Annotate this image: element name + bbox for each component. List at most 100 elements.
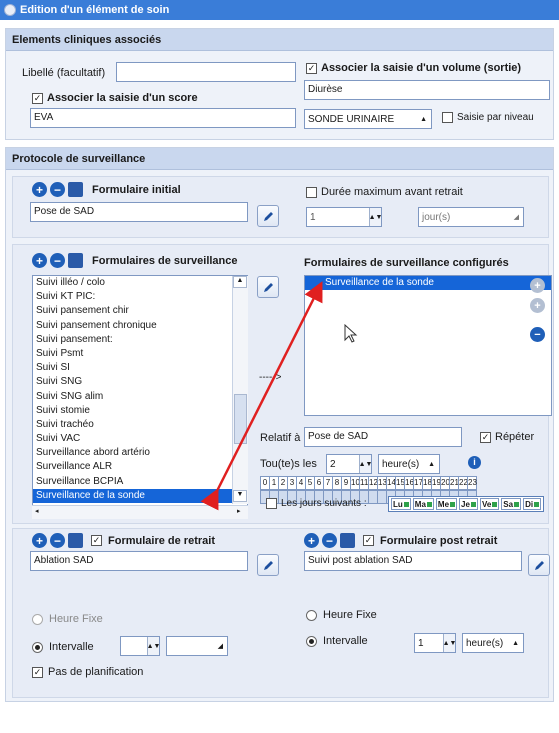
add-icon[interactable]: + [32,533,47,548]
score-input[interactable]: EVA [30,108,296,128]
move-down-icon[interactable]: + [530,298,545,313]
info-icon[interactable]: i [468,456,481,469]
list-item[interactable]: Suivi stomie [33,404,247,418]
edit-initial-button[interactable] [257,205,279,227]
per-level-checkbox[interactable] [442,112,453,123]
configured-item[interactable]: Surveillance de la sonde [305,276,551,291]
post-withdrawal-checkbox[interactable]: ✓ [363,535,374,546]
spinner-icon[interactable]: ▲▼ [369,208,382,226]
withdrawal-interval-radio[interactable] [32,641,43,653]
duration-spinner[interactable]: 1 ▲▼ [306,207,382,227]
volume-input[interactable]: Diurèse [304,80,550,100]
volume-checkbox[interactable]: ✓ [306,62,317,74]
withdrawal-input[interactable]: Ablation SAD [30,551,248,571]
withdrawal-fixed-hour-radio[interactable] [32,613,43,625]
remove-icon[interactable]: − [50,182,65,197]
no-planning-checkbox[interactable]: ✓ [32,666,43,678]
list-item[interactable]: Suivi pansement chronique [33,319,247,333]
post-interval-row[interactable]: Intervalle [306,635,368,647]
add-icon[interactable]: + [304,533,319,548]
withdrawal-interval-spinner[interactable]: ▲▼ [120,636,160,656]
list-item[interactable]: Suivi pansement chir [33,304,247,318]
day-toggle[interactable]: Di [523,498,542,510]
spinner-icon[interactable]: ▲▼ [359,455,372,473]
following-days-checkbox[interactable] [266,498,277,509]
days-row[interactable]: Lu Ma Me Je Ve Sa Di [388,496,545,512]
edit-post-withdrawal-button[interactable] [528,554,550,576]
max-duration-row[interactable]: Durée maximum avant retrait [306,186,463,198]
withdrawal-unit-select[interactable]: ◢ [166,636,228,656]
relative-input[interactable]: Pose de SAD [304,427,462,447]
move-up-icon[interactable]: + [530,278,545,293]
add-icon[interactable]: + [32,182,47,197]
post-withdrawal-input[interactable]: Suivi post ablation SAD [304,551,522,571]
duration-unit-select[interactable]: jour(s) ◢ [418,207,524,227]
day-toggle[interactable]: Ve [479,498,500,510]
book-icon[interactable] [340,533,355,548]
book-icon[interactable] [68,182,83,197]
post-unit-value: heure(s) [466,637,504,649]
list-item[interactable]: Suivi pansement: [33,333,247,347]
score-checkbox-row[interactable]: ✓ Associer la saisie d'un score [32,92,198,104]
list-item[interactable]: Suivi SI [33,361,247,375]
scroll-down-icon[interactable]: ▼ [233,490,247,502]
monitoring-scrollbar[interactable]: ▲ ▼ [232,276,248,504]
list-item[interactable]: Suivi Psmt [33,347,247,361]
every-spinner[interactable]: 2 ▲▼ [326,454,372,474]
following-days-row[interactable]: Les jours suivants : [266,498,367,509]
repeat-checkbox[interactable]: ✓ [480,431,491,443]
day-toggle[interactable]: Je [459,498,478,510]
per-level-row[interactable]: Saisie par niveau [442,112,534,123]
list-item[interactable]: Surveillance abord artério [33,446,247,460]
score-checkbox[interactable]: ✓ [32,92,43,104]
configured-list[interactable]: Surveillance de la sonde [304,275,552,416]
remove-icon[interactable]: − [50,253,65,268]
day-toggle[interactable]: Ma [412,498,434,510]
volume-select[interactable]: SONDE URINAIRE ▲ [304,109,432,129]
list-item[interactable]: Surveillance BCPIA [33,475,247,489]
edit-withdrawal-button[interactable] [257,554,279,576]
list-item[interactable]: Suivi illéo / colo [33,276,247,290]
monitoring-list[interactable]: Suivi illéo / colo Suivi KT PIC: Suivi pan… [32,275,248,519]
scroll-up-icon[interactable]: ▲ [233,276,247,288]
monitoring-hscrollbar[interactable]: ◂ ▸ [32,505,248,519]
post-unit-select[interactable]: heure(s) ▲ [462,633,524,653]
day-toggle[interactable]: Lu [391,498,411,510]
post-fixed-hour-row[interactable]: Heure Fixe [306,609,377,621]
list-item[interactable]: Suivi VAC [33,432,247,446]
add-icon[interactable]: + [32,253,47,268]
hour-cell[interactable]: 23 [467,476,477,490]
scroll-thumb[interactable] [234,394,247,444]
list-item[interactable]: Suivi SNG [33,375,247,389]
volume-checkbox-row[interactable]: ✓ Associer la saisie d'un volume (sortie… [306,62,521,74]
post-fixed-hour-radio[interactable] [306,609,317,621]
scroll-left-icon[interactable]: ◂ [35,507,39,515]
remove-icon[interactable]: − [50,533,65,548]
repeat-row[interactable]: ✓ Répéter [480,431,534,443]
max-duration-checkbox[interactable] [306,186,317,198]
spinner-icon[interactable]: ▲▼ [443,634,456,652]
remove-icon[interactable]: − [322,533,337,548]
list-item[interactable]: Suivi SNG alim [33,390,247,404]
book-icon[interactable] [68,533,83,548]
withdrawal-fixed-hour-row[interactable]: Heure Fixe [32,613,103,625]
list-item[interactable]: Suivi KT PIC: [33,290,247,304]
post-interval-radio[interactable] [306,635,317,647]
list-item[interactable]: Surveillance de la sonde [33,488,247,503]
withdrawal-checkbox[interactable]: ✓ [91,535,102,546]
post-interval-spinner[interactable]: 1 ▲▼ [414,633,456,653]
list-item[interactable]: Suivi trachéo [33,418,247,432]
initial-input[interactable]: Pose de SAD [30,202,248,222]
scroll-right-icon[interactable]: ▸ [237,507,241,515]
day-toggle[interactable]: Me [435,498,458,510]
day-toggle[interactable]: Sa [501,498,522,510]
spinner-icon[interactable]: ▲▼ [147,637,160,655]
no-planning-row[interactable]: ✓ Pas de planification [32,666,143,678]
edit-monitoring-button[interactable] [257,276,279,298]
withdrawal-interval-row[interactable]: Intervalle [32,641,94,653]
list-item[interactable]: Surveillance ALR [33,460,247,474]
label-field-input[interactable] [116,62,296,82]
book-icon[interactable] [68,253,83,268]
every-unit-select[interactable]: heure(s) ▲ [378,454,440,474]
remove-configured-icon[interactable]: − [530,327,545,342]
